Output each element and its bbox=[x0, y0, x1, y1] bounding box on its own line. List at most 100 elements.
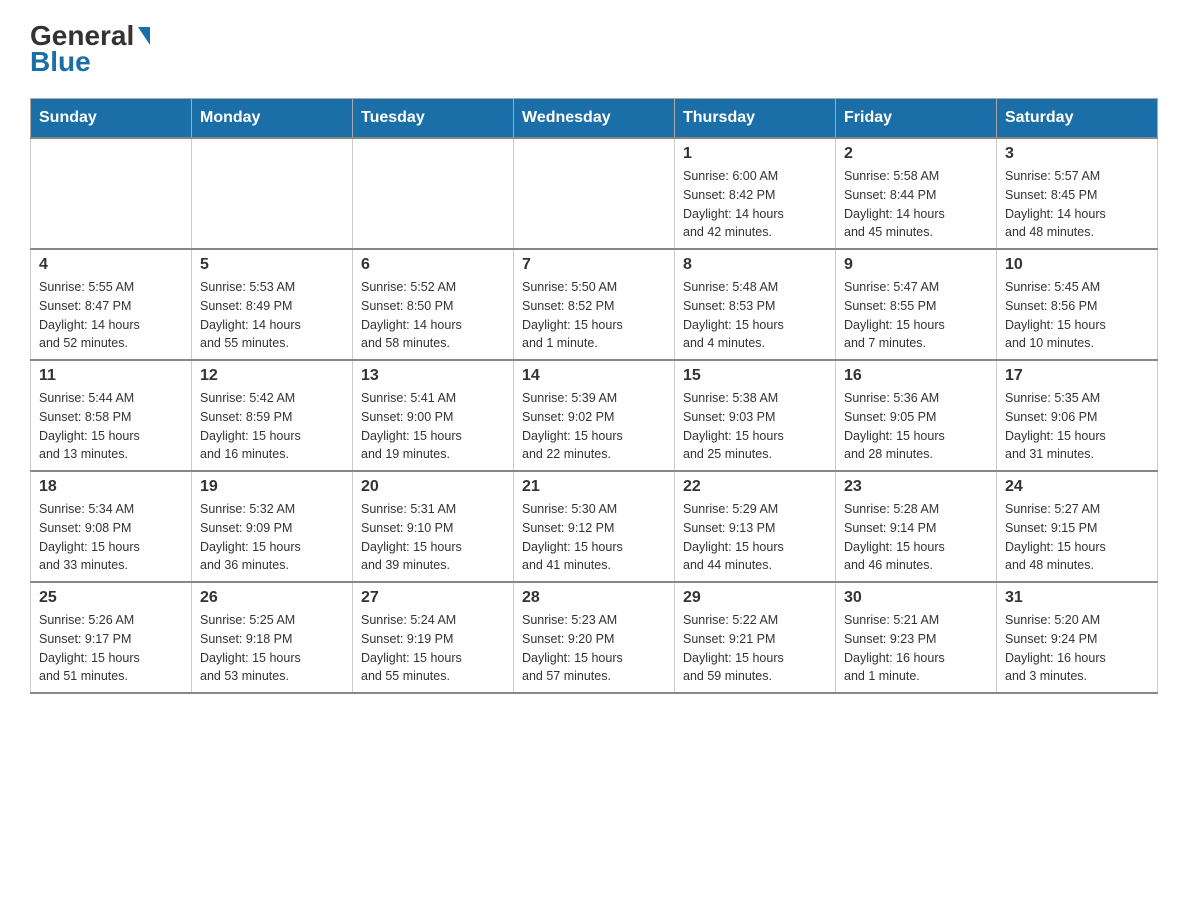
day-info: Sunrise: 5:20 AM Sunset: 9:24 PM Dayligh… bbox=[1005, 611, 1149, 686]
calendar-cell: 20 Sunrise: 5:31 AM Sunset: 9:10 PM Dayli… bbox=[353, 471, 514, 582]
calendar-cell: 2Sunrise: 5:58 AM Sunset: 8:44 PM Daylig… bbox=[836, 138, 997, 249]
day-number: 9 bbox=[844, 256, 988, 274]
day-info: Sunrise: 5:23 AM Sunset: 9:20 PM Dayligh… bbox=[522, 611, 666, 686]
calendar-cell: 22Sunrise: 5:29 AM Sunset: 9:13 PM Dayli… bbox=[675, 471, 836, 582]
calendar-cell: 13 Sunrise: 5:41 AM Sunset: 9:00 PM Dayli… bbox=[353, 360, 514, 471]
calendar-cell: 19Sunrise: 5:32 AM Sunset: 9:09 PM Dayli… bbox=[192, 471, 353, 582]
day-number: 6 bbox=[361, 256, 505, 274]
day-info: Sunrise: 5:36 AM Sunset: 9:05 PM Dayligh… bbox=[844, 389, 988, 464]
calendar-cell: 4 Sunrise: 5:55 AM Sunset: 8:47 PM Daylig… bbox=[31, 249, 192, 360]
day-number: 3 bbox=[1005, 145, 1149, 163]
logo: General Blue bbox=[30, 20, 150, 78]
weekday-header-wednesday: Wednesday bbox=[514, 99, 675, 139]
calendar-cell: 10 Sunrise: 5:45 AM Sunset: 8:56 PM Dayli… bbox=[997, 249, 1158, 360]
day-number: 25 bbox=[39, 589, 183, 607]
day-number: 5 bbox=[200, 256, 344, 274]
calendar-cell: 14 Sunrise: 5:39 AM Sunset: 9:02 PM Dayli… bbox=[514, 360, 675, 471]
calendar-cell: 1Sunrise: 6:00 AM Sunset: 8:42 PM Daylig… bbox=[675, 138, 836, 249]
day-info: Sunrise: 5:41 AM Sunset: 9:00 PM Dayligh… bbox=[361, 389, 505, 464]
day-info: Sunrise: 5:48 AM Sunset: 8:53 PM Dayligh… bbox=[683, 278, 827, 353]
day-info: Sunrise: 5:31 AM Sunset: 9:10 PM Dayligh… bbox=[361, 500, 505, 575]
day-number: 24 bbox=[1005, 478, 1149, 496]
weekday-header-thursday: Thursday bbox=[675, 99, 836, 139]
calendar-cell: 12 Sunrise: 5:42 AM Sunset: 8:59 PM Dayli… bbox=[192, 360, 353, 471]
weekday-header-tuesday: Tuesday bbox=[353, 99, 514, 139]
calendar-cell bbox=[192, 138, 353, 249]
day-info: Sunrise: 6:00 AM Sunset: 8:42 PM Dayligh… bbox=[683, 167, 827, 242]
day-number: 4 bbox=[39, 256, 183, 274]
day-info: Sunrise: 5:47 AM Sunset: 8:55 PM Dayligh… bbox=[844, 278, 988, 353]
day-number: 18 bbox=[39, 478, 183, 496]
day-number: 27 bbox=[361, 589, 505, 607]
calendar-week-1: 1Sunrise: 6:00 AM Sunset: 8:42 PM Daylig… bbox=[31, 138, 1158, 249]
day-info: Sunrise: 5:50 AM Sunset: 8:52 PM Dayligh… bbox=[522, 278, 666, 353]
day-number: 8 bbox=[683, 256, 827, 274]
day-number: 14 bbox=[522, 367, 666, 385]
day-info: Sunrise: 5:39 AM Sunset: 9:02 PM Dayligh… bbox=[522, 389, 666, 464]
day-info: Sunrise: 5:45 AM Sunset: 8:56 PM Dayligh… bbox=[1005, 278, 1149, 353]
day-number: 11 bbox=[39, 367, 183, 385]
day-number: 28 bbox=[522, 589, 666, 607]
day-info: Sunrise: 5:53 AM Sunset: 8:49 PM Dayligh… bbox=[200, 278, 344, 353]
logo-arrow-icon bbox=[138, 27, 150, 45]
day-number: 21 bbox=[522, 478, 666, 496]
day-number: 16 bbox=[844, 367, 988, 385]
calendar-cell: 11 Sunrise: 5:44 AM Sunset: 8:58 PM Dayli… bbox=[31, 360, 192, 471]
day-info: Sunrise: 5:42 AM Sunset: 8:59 PM Dayligh… bbox=[200, 389, 344, 464]
calendar-cell bbox=[514, 138, 675, 249]
calendar-cell: 23Sunrise: 5:28 AM Sunset: 9:14 PM Dayli… bbox=[836, 471, 997, 582]
day-number: 22 bbox=[683, 478, 827, 496]
calendar-cell: 29 Sunrise: 5:22 AM Sunset: 9:21 PM Dayli… bbox=[675, 582, 836, 693]
calendar-cell: 17Sunrise: 5:35 AM Sunset: 9:06 PM Dayli… bbox=[997, 360, 1158, 471]
calendar-cell: 28 Sunrise: 5:23 AM Sunset: 9:20 PM Dayli… bbox=[514, 582, 675, 693]
day-number: 26 bbox=[200, 589, 344, 607]
day-info: Sunrise: 5:52 AM Sunset: 8:50 PM Dayligh… bbox=[361, 278, 505, 353]
day-info: Sunrise: 5:24 AM Sunset: 9:19 PM Dayligh… bbox=[361, 611, 505, 686]
day-info: Sunrise: 5:27 AM Sunset: 9:15 PM Dayligh… bbox=[1005, 500, 1149, 575]
day-number: 31 bbox=[1005, 589, 1149, 607]
calendar-cell bbox=[353, 138, 514, 249]
calendar-table: SundayMondayTuesdayWednesdayThursdayFrid… bbox=[30, 98, 1158, 694]
day-info: Sunrise: 5:21 AM Sunset: 9:23 PM Dayligh… bbox=[844, 611, 988, 686]
day-info: Sunrise: 5:55 AM Sunset: 8:47 PM Dayligh… bbox=[39, 278, 183, 353]
day-info: Sunrise: 5:58 AM Sunset: 8:44 PM Dayligh… bbox=[844, 167, 988, 242]
day-info: Sunrise: 5:44 AM Sunset: 8:58 PM Dayligh… bbox=[39, 389, 183, 464]
day-number: 30 bbox=[844, 589, 988, 607]
day-number: 19 bbox=[200, 478, 344, 496]
calendar-cell: 25 Sunrise: 5:26 AM Sunset: 9:17 PM Dayli… bbox=[31, 582, 192, 693]
calendar-week-3: 11 Sunrise: 5:44 AM Sunset: 8:58 PM Dayli… bbox=[31, 360, 1158, 471]
calendar-cell: 27 Sunrise: 5:24 AM Sunset: 9:19 PM Dayli… bbox=[353, 582, 514, 693]
calendar-cell: 15 Sunrise: 5:38 AM Sunset: 9:03 PM Dayli… bbox=[675, 360, 836, 471]
calendar-cell: 26Sunrise: 5:25 AM Sunset: 9:18 PM Dayli… bbox=[192, 582, 353, 693]
calendar-cell: 8 Sunrise: 5:48 AM Sunset: 8:53 PM Daylig… bbox=[675, 249, 836, 360]
calendar-header-row: SundayMondayTuesdayWednesdayThursdayFrid… bbox=[31, 99, 1158, 139]
calendar-cell: 5 Sunrise: 5:53 AM Sunset: 8:49 PM Daylig… bbox=[192, 249, 353, 360]
day-number: 23 bbox=[844, 478, 988, 496]
weekday-header-saturday: Saturday bbox=[997, 99, 1158, 139]
calendar-cell: 21 Sunrise: 5:30 AM Sunset: 9:12 PM Dayli… bbox=[514, 471, 675, 582]
calendar-week-4: 18Sunrise: 5:34 AM Sunset: 9:08 PM Dayli… bbox=[31, 471, 1158, 582]
calendar-cell: 9 Sunrise: 5:47 AM Sunset: 8:55 PM Daylig… bbox=[836, 249, 997, 360]
day-number: 20 bbox=[361, 478, 505, 496]
day-number: 7 bbox=[522, 256, 666, 274]
day-number: 12 bbox=[200, 367, 344, 385]
calendar-cell bbox=[31, 138, 192, 249]
calendar-cell: 30 Sunrise: 5:21 AM Sunset: 9:23 PM Dayli… bbox=[836, 582, 997, 693]
day-info: Sunrise: 5:22 AM Sunset: 9:21 PM Dayligh… bbox=[683, 611, 827, 686]
day-info: Sunrise: 5:26 AM Sunset: 9:17 PM Dayligh… bbox=[39, 611, 183, 686]
day-number: 13 bbox=[361, 367, 505, 385]
calendar-week-5: 25 Sunrise: 5:26 AM Sunset: 9:17 PM Dayli… bbox=[31, 582, 1158, 693]
calendar-cell: 16 Sunrise: 5:36 AM Sunset: 9:05 PM Dayli… bbox=[836, 360, 997, 471]
day-info: Sunrise: 5:35 AM Sunset: 9:06 PM Dayligh… bbox=[1005, 389, 1149, 464]
day-number: 10 bbox=[1005, 256, 1149, 274]
day-number: 29 bbox=[683, 589, 827, 607]
calendar-cell: 7 Sunrise: 5:50 AM Sunset: 8:52 PM Daylig… bbox=[514, 249, 675, 360]
day-info: Sunrise: 5:30 AM Sunset: 9:12 PM Dayligh… bbox=[522, 500, 666, 575]
logo-blue-text: Blue bbox=[30, 46, 91, 78]
calendar-cell: 6 Sunrise: 5:52 AM Sunset: 8:50 PM Daylig… bbox=[353, 249, 514, 360]
day-info: Sunrise: 5:38 AM Sunset: 9:03 PM Dayligh… bbox=[683, 389, 827, 464]
calendar-cell: 24 Sunrise: 5:27 AM Sunset: 9:15 PM Dayli… bbox=[997, 471, 1158, 582]
day-number: 15 bbox=[683, 367, 827, 385]
day-info: Sunrise: 5:57 AM Sunset: 8:45 PM Dayligh… bbox=[1005, 167, 1149, 242]
weekday-header-sunday: Sunday bbox=[31, 99, 192, 139]
